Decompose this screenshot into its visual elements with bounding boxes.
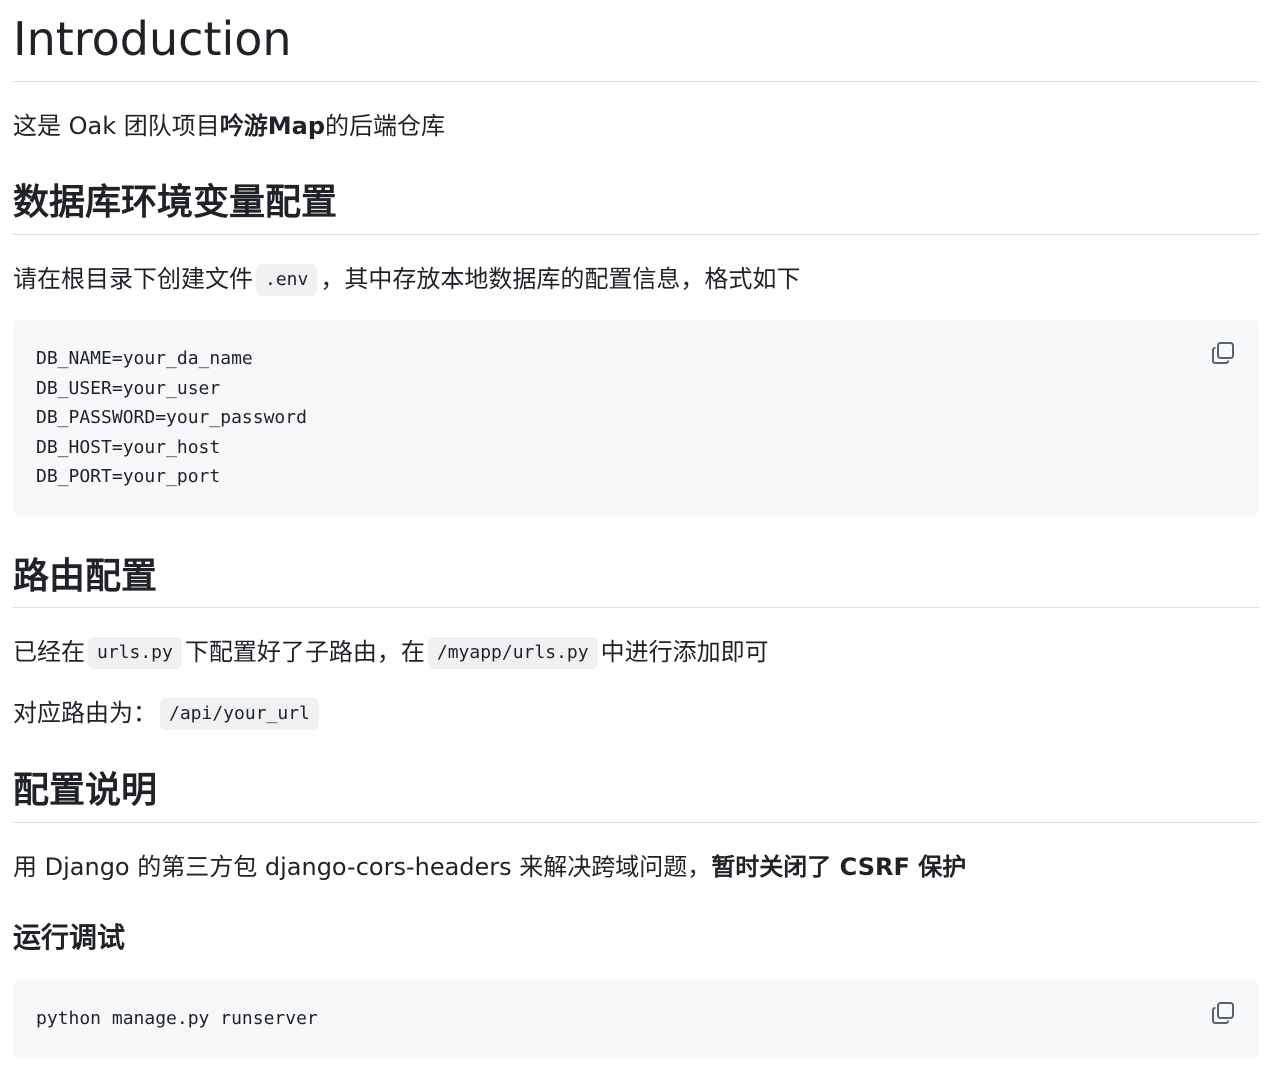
config-notes-text: 用 Django 的第三方包 django-cors-headers 来解决跨域… xyxy=(13,853,712,881)
config-notes-paragraph: 用 Django 的第三方包 django-cors-headers 来解决跨域… xyxy=(13,851,966,883)
page-title: Introduction xyxy=(13,12,292,66)
copy-icon xyxy=(1212,1002,1234,1024)
code-line: DB_USER=your_user xyxy=(36,377,221,399)
inline-code-api-url: /api/your_url xyxy=(160,698,319,730)
code-block-env: DB_NAME=your_da_name DB_USER=your_user D… xyxy=(13,320,1259,516)
heading-divider xyxy=(13,234,1259,235)
db-env-paragraph: 请在根目录下创建文件 .env ，其中存放本地数据库的配置信息，格式如下 xyxy=(13,263,800,296)
section-heading-routing: 路由配置 xyxy=(13,556,158,597)
code-block-lines: DB_NAME=your_da_name DB_USER=your_user D… xyxy=(36,344,307,492)
config-notes-bold: 暂时关闭了 CSRF 保护 xyxy=(711,853,967,881)
section-heading-run-debug: 运行调试 xyxy=(13,921,126,954)
code-line: DB_PORT=your_port xyxy=(36,466,221,488)
readme-page: Introduction 这是 Oak 团队项目吟游Map的后端仓库 数据库环境… xyxy=(0,0,1272,1073)
inline-code-myapp-urls: /myapp/urls.py xyxy=(427,637,598,669)
routing-paragraph-1: 已经在 urls.py 下配置好了子路由，在/myapp/urls.py 中进行添加即… xyxy=(13,636,769,669)
copy-button[interactable] xyxy=(1208,998,1238,1028)
routing-text-route-label: 对应路由为： xyxy=(13,699,157,727)
code-line: DB_PASSWORD=your_password xyxy=(36,407,307,429)
inline-code-urls: urls.py xyxy=(88,637,182,669)
project-name: 吟游Map xyxy=(219,112,326,140)
routing-text-b: 下配置好了子路由，在 xyxy=(184,638,425,666)
code-block-lines: python manage.py runserver xyxy=(36,1004,318,1034)
routing-text-a: 已经在 xyxy=(13,638,85,666)
copy-icon xyxy=(1212,342,1234,364)
heading-divider xyxy=(13,822,1259,823)
intro-text-suffix: 的后端仓库 xyxy=(325,112,446,140)
intro-paragraph: 这是 Oak 团队项目吟游Map的后端仓库 xyxy=(13,110,445,142)
intro-text-prefix: 这是 Oak 团队项目 xyxy=(13,112,220,140)
code-block-run: python manage.py runserver xyxy=(13,980,1259,1058)
routing-text-c: 中进行添加即可 xyxy=(600,638,769,666)
copy-button[interactable] xyxy=(1208,338,1238,368)
inline-code-env-file: .env xyxy=(256,264,318,296)
db-env-text-after: ，其中存放本地数据库的配置信息，格式如下 xyxy=(320,265,801,293)
heading-divider xyxy=(13,81,1259,82)
code-line: DB_HOST=your_host xyxy=(36,436,221,458)
routing-paragraph-2: 对应路由为：/api/your_url xyxy=(13,697,322,730)
section-heading-config-notes: 配置说明 xyxy=(13,770,158,811)
code-line: python manage.py runserver xyxy=(36,1008,318,1029)
db-env-text-before: 请在根目录下创建文件 xyxy=(13,265,253,293)
section-heading-db-env: 数据库环境变量配置 xyxy=(13,182,338,223)
code-line: DB_NAME=your_da_name xyxy=(36,348,253,369)
heading-divider xyxy=(13,607,1259,608)
